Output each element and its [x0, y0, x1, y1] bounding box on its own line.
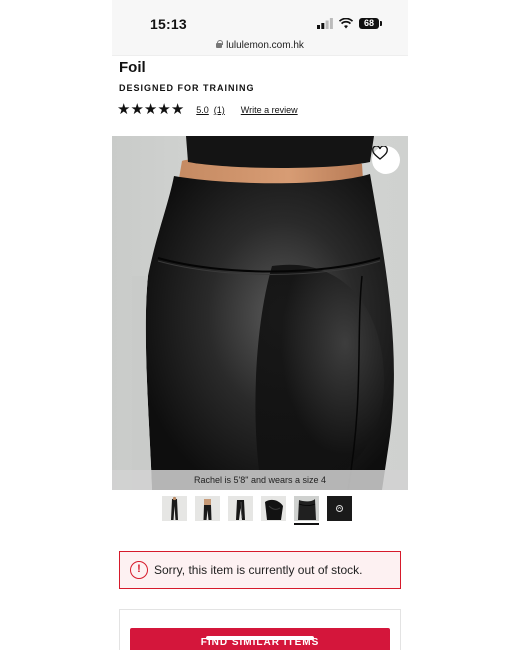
star-rating: ★ ★ ★ ★ ★	[117, 102, 184, 118]
status-bar: 15:13 68	[112, 0, 408, 38]
wishlist-button[interactable]	[372, 146, 400, 174]
thumbnail-1[interactable]	[162, 496, 187, 525]
rating-value-link[interactable]: 5.0	[196, 105, 209, 115]
battery-level: 68	[359, 18, 379, 29]
wifi-icon	[339, 18, 353, 29]
battery-icon: 68	[359, 18, 382, 29]
thumbnail-3[interactable]	[228, 496, 253, 525]
address-bar[interactable]: lululemon.com.hk	[112, 38, 408, 56]
star-icon: ★	[170, 101, 185, 118]
write-review-link[interactable]: Write a review	[241, 105, 298, 115]
phone-screen: 15:13 68 lululemon.com.hk Foil DESIGNED …	[112, 0, 408, 650]
star-icon: ★	[157, 101, 171, 118]
cta-card: FIND SIMILAR ITEMS	[119, 609, 401, 650]
star-icon: ★	[130, 101, 144, 118]
thumbnail-strip	[162, 496, 352, 525]
out-of-stock-alert: ! Sorry, this item is currently out of s…	[119, 551, 401, 589]
thumbnail-6[interactable]	[327, 496, 352, 525]
status-icons: 68	[317, 18, 382, 29]
product-image[interactable]: Rachel is 5'8" and wears a size 4	[112, 136, 408, 490]
thumbnail-5[interactable]	[294, 496, 319, 525]
home-indicator	[206, 636, 314, 640]
thumbnail-4[interactable]	[261, 496, 286, 525]
star-icon: ★	[117, 101, 131, 118]
heart-icon	[372, 146, 388, 160]
review-count-link[interactable]: (1)	[214, 105, 225, 115]
status-time: 15:13	[150, 16, 187, 32]
product-title: Foil	[119, 59, 146, 76]
leggings-photo	[132, 136, 394, 490]
rating-row: ★ ★ ★ ★ ★ 5.0 (1) Write a review	[117, 102, 298, 118]
alert-message: Sorry, this item is currently out of sto…	[154, 563, 363, 577]
url-text: lululemon.com.hk	[226, 40, 304, 51]
signal-icon	[317, 18, 333, 29]
model-caption: Rachel is 5'8" and wears a size 4	[112, 470, 408, 490]
thumbnail-2[interactable]	[195, 496, 220, 525]
lock-icon	[216, 40, 224, 48]
product-subtitle: DESIGNED FOR TRAINING	[119, 83, 255, 93]
star-icon: ★	[143, 101, 158, 118]
exclamation-circle-icon: !	[130, 561, 148, 579]
